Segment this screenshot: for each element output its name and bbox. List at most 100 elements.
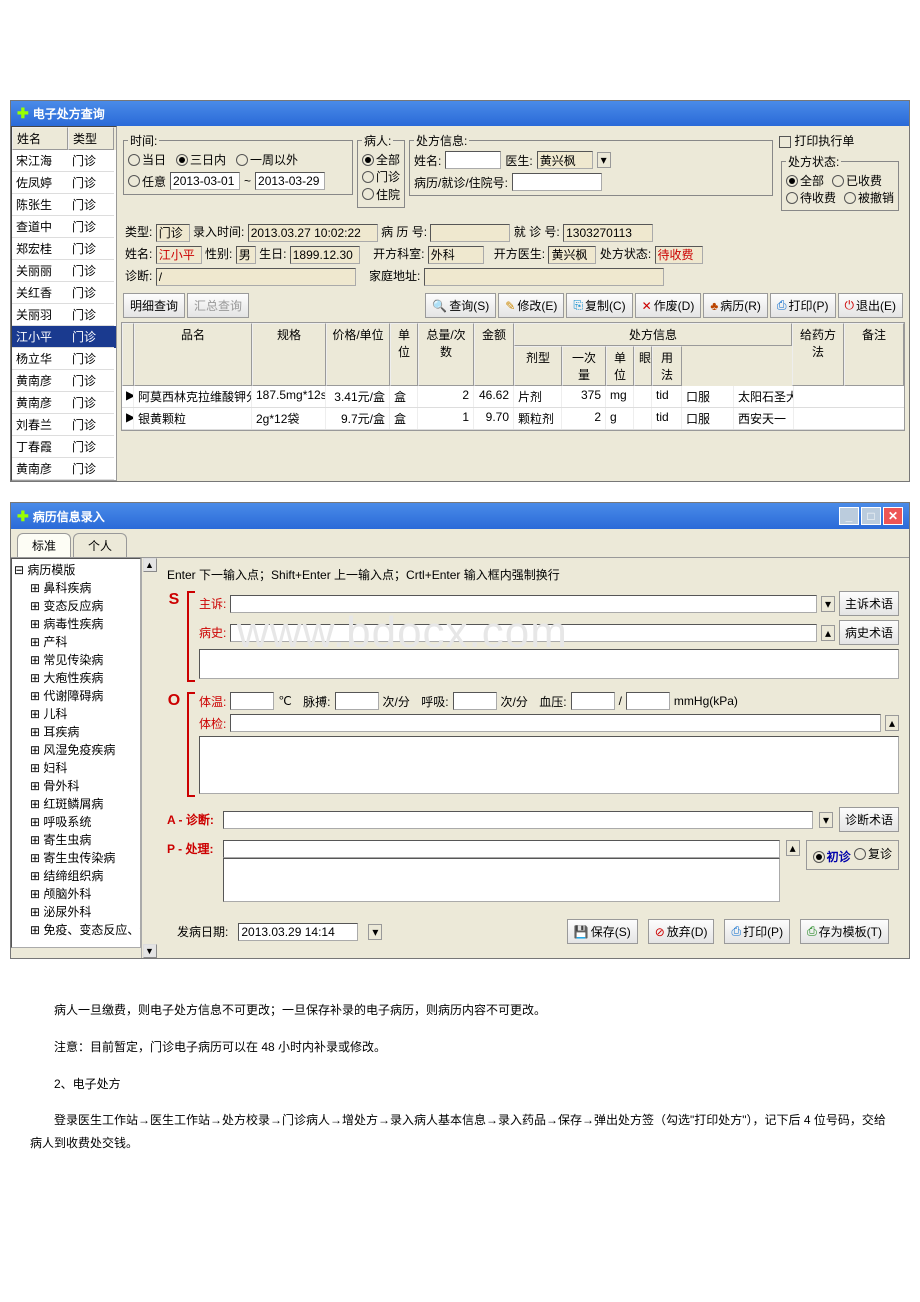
- btn-save-template[interactable]: ⎙存为模板(T): [800, 919, 889, 944]
- tree-item[interactable]: ⊞ 鼻科疾病: [14, 579, 138, 597]
- scroll-down-icon[interactable]: ▼: [143, 944, 157, 958]
- list-item[interactable]: 丁春霞门诊: [12, 436, 116, 458]
- bp-dia-input[interactable]: [626, 692, 670, 710]
- tree-item[interactable]: ⊞ 泌尿外科: [14, 903, 138, 921]
- table-row[interactable]: ▶ 银黄颗粒 2g*12袋 9.7元/盒 盒 1 9.70 颗粒剂 2 g ti…: [122, 408, 904, 430]
- plan-up-icon[interactable]: ▴: [786, 840, 800, 856]
- list-item[interactable]: 陈张生门诊: [12, 194, 116, 216]
- history-up-icon[interactable]: ▴: [821, 625, 835, 641]
- tab-personal[interactable]: 个人: [73, 533, 127, 557]
- onset-date[interactable]: [238, 923, 358, 941]
- list-item[interactable]: 郑宏桂门诊: [12, 238, 116, 260]
- tree-item[interactable]: ⊞ 儿科: [14, 705, 138, 723]
- radio-any[interactable]: 任意: [128, 173, 166, 190]
- temp-input[interactable]: [230, 692, 274, 710]
- tree-item[interactable]: ⊞ 寄生虫病: [14, 831, 138, 849]
- plan-input[interactable]: [223, 840, 780, 858]
- list-item[interactable]: 黄南彦门诊: [12, 392, 116, 414]
- btn-chief-terms[interactable]: 主诉术语: [839, 591, 899, 616]
- resp-input[interactable]: [453, 692, 497, 710]
- tree-item[interactable]: ⊞ 呼吸系统: [14, 813, 138, 831]
- btn-modify[interactable]: ✎修改(E): [498, 293, 564, 318]
- btn-save[interactable]: 💾保存(S): [567, 919, 638, 944]
- close-button[interactable]: ✕: [883, 507, 903, 525]
- exam-up-icon[interactable]: ▴: [885, 715, 899, 731]
- date-to[interactable]: [255, 172, 325, 190]
- tree-item[interactable]: ⊞ 变态反应病: [14, 597, 138, 615]
- chief-dropdown-icon[interactable]: ▾: [821, 596, 835, 612]
- filter-name[interactable]: [445, 151, 501, 169]
- tree-item[interactable]: ⊞ 大疱性疾病: [14, 669, 138, 687]
- date-from[interactable]: [170, 172, 240, 190]
- btn-exit[interactable]: ⏻退出(E): [838, 293, 904, 318]
- radio-status-all[interactable]: 全部: [786, 172, 824, 189]
- btn-query[interactable]: 🔍查询(S): [425, 293, 496, 318]
- btn-discard[interactable]: ⊘放弃(D): [648, 919, 715, 944]
- plan-textarea[interactable]: [223, 858, 780, 902]
- exam-textarea[interactable]: [199, 736, 899, 794]
- btn-copy[interactable]: ⎘复制(C): [566, 293, 632, 318]
- btn-summary-query[interactable]: 汇总查询: [187, 293, 249, 318]
- tree-item[interactable]: ⊞ 代谢障碍病: [14, 687, 138, 705]
- diagnosis-input[interactable]: [223, 811, 813, 829]
- tree-item[interactable]: ⊞ 妇科: [14, 759, 138, 777]
- radio-first-visit[interactable]: 初诊: [813, 848, 851, 865]
- list-item[interactable]: 查道中门诊: [12, 216, 116, 238]
- minimize-button[interactable]: _: [839, 507, 859, 525]
- tree-item[interactable]: ⊞ 红斑鳞屑病: [14, 795, 138, 813]
- list-item[interactable]: 关丽丽门诊: [12, 260, 116, 282]
- btn-print-record[interactable]: ⎙打印(P): [724, 919, 790, 944]
- list-item[interactable]: 江小平门诊: [12, 326, 116, 348]
- exam-input[interactable]: [230, 714, 881, 732]
- tree-item[interactable]: ⊞ 颅脑外科: [14, 885, 138, 903]
- btn-history-terms[interactable]: 病史术语: [839, 620, 899, 645]
- filter-record-no[interactable]: [512, 173, 602, 191]
- btn-record[interactable]: ♣病历(R): [703, 293, 768, 318]
- radio-return-visit[interactable]: 复诊: [854, 845, 892, 862]
- btn-diag-terms[interactable]: 诊断术语: [839, 807, 899, 832]
- tab-standard[interactable]: 标准: [17, 533, 71, 557]
- radio-status-cancel[interactable]: 被撤销: [844, 189, 894, 206]
- filter-doctor[interactable]: [537, 151, 593, 169]
- radio-one-week[interactable]: 一周以外: [236, 151, 298, 168]
- tree-scrollbar[interactable]: ▲ ▼: [141, 558, 157, 958]
- template-tree[interactable]: ⊟ 病历模版 ⊞ 鼻科疾病⊞ 变态反应病⊞ 病毒性疾病⊞ 产科⊞ 常见传染病⊞ …: [11, 558, 141, 948]
- radio-status-charged[interactable]: 已收费: [832, 172, 882, 189]
- history-textarea[interactable]: [199, 649, 899, 679]
- tree-item[interactable]: ⊞ 骨外科: [14, 777, 138, 795]
- pulse-input[interactable]: [335, 692, 379, 710]
- tree-item[interactable]: ⊞ 耳疾病: [14, 723, 138, 741]
- radio-three-day[interactable]: 三日内: [176, 151, 226, 168]
- list-item[interactable]: 杨立华门诊: [12, 348, 116, 370]
- tree-item[interactable]: ⊞ 免疫、变态反应、组: [14, 921, 138, 939]
- radio-outpatient[interactable]: 门诊: [362, 168, 400, 185]
- tree-item[interactable]: ⊞ 结缔组织病: [14, 867, 138, 885]
- list-item[interactable]: 黄南彦门诊: [12, 458, 116, 480]
- table-row[interactable]: ▶ 阿莫西林克拉维酸钾分 187.5mg*12s 3.41元/盒 盒 2 46.…: [122, 386, 904, 408]
- chk-print-exec[interactable]: [779, 136, 791, 148]
- tree-item[interactable]: ⊞ 产科: [14, 633, 138, 651]
- maximize-button[interactable]: □: [861, 507, 881, 525]
- history-input[interactable]: [230, 624, 817, 642]
- list-item[interactable]: 刘春兰门诊: [12, 414, 116, 436]
- diag-dropdown-icon[interactable]: ▾: [819, 812, 833, 828]
- scroll-up-icon[interactable]: ▲: [143, 558, 157, 572]
- btn-print[interactable]: ⎙打印(P): [770, 293, 836, 318]
- tree-item[interactable]: ⊞ 病毒性疾病: [14, 615, 138, 633]
- radio-inpatient[interactable]: 住院: [362, 186, 400, 203]
- tree-item[interactable]: ⊞ 常见传染病: [14, 651, 138, 669]
- doctor-dropdown-icon[interactable]: ▾: [597, 152, 611, 168]
- list-item[interactable]: 黄南彦门诊: [12, 370, 116, 392]
- chief-complaint-input[interactable]: [230, 595, 817, 613]
- bp-sys-input[interactable]: [571, 692, 615, 710]
- list-item[interactable]: 宋江海门诊: [12, 150, 116, 172]
- tree-item[interactable]: ⊞ 风湿免疫疾病: [14, 741, 138, 759]
- radio-all-patients[interactable]: 全部: [362, 151, 400, 168]
- btn-cancel[interactable]: ✕作废(D): [635, 293, 702, 318]
- tree-item[interactable]: ⊞ 寄生虫传染病: [14, 849, 138, 867]
- list-item[interactable]: 佐凤婷门诊: [12, 172, 116, 194]
- patient-list[interactable]: 姓名 类型 宋江海门诊佐凤婷门诊陈张生门诊查道中门诊郑宏桂门诊关丽丽门诊关红香门…: [11, 126, 117, 481]
- radio-status-pending[interactable]: 待收费: [786, 189, 836, 206]
- radio-today[interactable]: 当日: [128, 151, 166, 168]
- btn-detail-query[interactable]: 明细查询: [123, 293, 185, 318]
